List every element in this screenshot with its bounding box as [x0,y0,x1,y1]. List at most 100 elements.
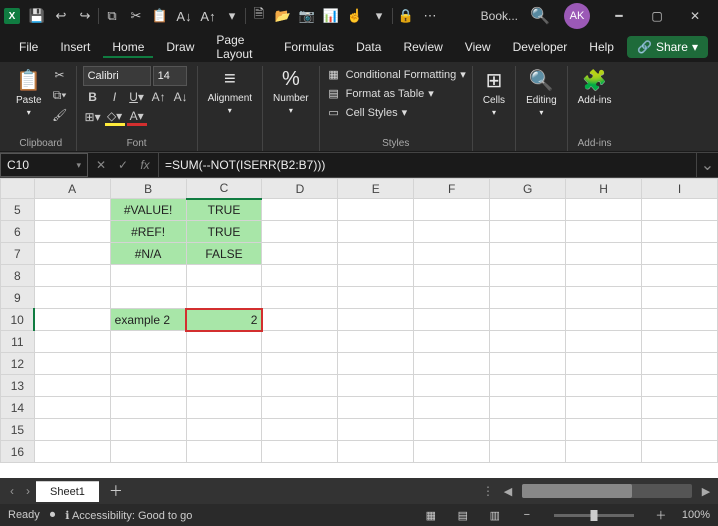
cell-styles-button[interactable]: ▭Cell Styles ▾ [326,104,408,121]
sort-desc-icon[interactable]: A↑ [197,5,219,27]
cell-F8[interactable] [414,265,490,287]
cell-B5[interactable]: #VALUE! [110,199,186,221]
sort-asc-icon[interactable]: A↓ [173,5,195,27]
more-icon[interactable]: ⋯ [419,5,441,27]
add-sheet-button[interactable]: ＋ [99,481,133,501]
copy-icon[interactable]: ⧉ [101,5,123,27]
cell-C10[interactable]: 2 [186,309,262,331]
cell-D6[interactable] [262,221,338,243]
cell-C12[interactable] [186,353,262,375]
select-all-cell[interactable] [1,179,35,199]
close-icon[interactable]: ✕ [676,2,714,30]
maximize-icon[interactable]: ▢ [638,2,676,30]
scroll-left-icon[interactable]: ◀ [500,485,516,498]
cell-D10[interactable] [262,309,338,331]
cell-I11[interactable] [641,331,717,353]
menu-view[interactable]: View [456,36,500,58]
col-header-D[interactable]: D [262,179,338,199]
cell-G16[interactable] [490,441,566,463]
cell-G9[interactable] [490,287,566,309]
cell-G13[interactable] [490,375,566,397]
cell-D8[interactable] [262,265,338,287]
cell-B8[interactable] [110,265,186,287]
cell-C13[interactable] [186,375,262,397]
bold-button[interactable]: B [83,88,103,106]
format-painter-button[interactable]: 🖌 [50,106,70,124]
menu-insert[interactable]: Insert [51,36,99,58]
cell-G8[interactable] [490,265,566,287]
alignment-button[interactable]: ≡Alignment▾ [204,66,256,117]
font-size-select[interactable] [153,66,187,86]
document-name[interactable]: Book... [481,9,518,23]
cell-H15[interactable] [566,419,642,441]
cell-D15[interactable] [262,419,338,441]
accept-formula-icon[interactable]: ✓ [114,158,132,172]
addins-button[interactable]: 🧩Add-ins [574,66,616,108]
row-header-16[interactable]: 16 [1,441,35,463]
cell-F10[interactable] [414,309,490,331]
lock-icon[interactable]: 🔒 [395,5,417,27]
cell-H8[interactable] [566,265,642,287]
cell-F9[interactable] [414,287,490,309]
row-header-10[interactable]: 10 [1,309,35,331]
cell-C6[interactable]: TRUE [186,221,262,243]
cell-H6[interactable] [566,221,642,243]
cut-icon[interactable]: ✂ [125,5,147,27]
share-button[interactable]: 🔗 Share ▾ [627,36,708,58]
cell-G5[interactable] [490,199,566,221]
cell-H10[interactable] [566,309,642,331]
col-header-F[interactable]: F [414,179,490,199]
cell-F15[interactable] [414,419,490,441]
zoom-slider[interactable] [554,514,634,517]
cell-H14[interactable] [566,397,642,419]
cell-C7[interactable]: FALSE [186,243,262,265]
cell-I10[interactable] [641,309,717,331]
cell-F12[interactable] [414,353,490,375]
cell-H5[interactable] [566,199,642,221]
undo-icon[interactable]: ↩ [50,5,72,27]
cell-B16[interactable] [110,441,186,463]
cell-F6[interactable] [414,221,490,243]
cells-button[interactable]: ⊞Cells▾ [479,66,509,119]
col-header-G[interactable]: G [490,179,566,199]
format-as-table-button[interactable]: ▤Format as Table ▾ [326,85,434,102]
zoom-in-icon[interactable]: ＋ [650,507,672,523]
spreadsheet-grid[interactable]: ABCDEFGHI5#VALUE!TRUE6#REF!TRUE7#N/AFALS… [0,178,718,478]
cell-G14[interactable] [490,397,566,419]
cell-G15[interactable] [490,419,566,441]
chart-icon[interactable]: 📊 [320,5,342,27]
borders-button[interactable]: ⊞▾ [83,108,103,126]
cell-C16[interactable] [186,441,262,463]
decrease-font-button[interactable]: A↓ [171,88,191,106]
cell-B11[interactable] [110,331,186,353]
cell-C15[interactable] [186,419,262,441]
normal-view-icon[interactable]: ▦ [420,509,442,522]
cell-C11[interactable] [186,331,262,353]
minimize-icon[interactable]: ━ [600,2,638,30]
increase-font-button[interactable]: A↑ [149,88,169,106]
menu-review[interactable]: Review [394,36,451,58]
cell-A5[interactable] [34,199,110,221]
number-button[interactable]: %Number▾ [269,66,313,117]
cell-B12[interactable] [110,353,186,375]
search-icon[interactable]: 🔍 [526,2,554,30]
cell-G6[interactable] [490,221,566,243]
cell-I6[interactable] [641,221,717,243]
cell-A6[interactable] [34,221,110,243]
cell-I14[interactable] [641,397,717,419]
cell-B7[interactable]: #N/A [110,243,186,265]
cell-A13[interactable] [34,375,110,397]
name-box[interactable]: C10▾ [0,153,88,177]
row-header-12[interactable]: 12 [1,353,35,375]
row-header-6[interactable]: 6 [1,221,35,243]
col-header-I[interactable]: I [641,179,717,199]
cell-C5[interactable]: TRUE [186,199,262,221]
conditional-formatting-button[interactable]: ▦Conditional Formatting ▾ [326,66,466,83]
cut-button[interactable]: ✂ [50,66,70,84]
col-header-E[interactable]: E [338,179,414,199]
redo-icon[interactable]: ↪ [74,5,96,27]
cell-G12[interactable] [490,353,566,375]
cell-B14[interactable] [110,397,186,419]
cell-E12[interactable] [338,353,414,375]
cell-H11[interactable] [566,331,642,353]
